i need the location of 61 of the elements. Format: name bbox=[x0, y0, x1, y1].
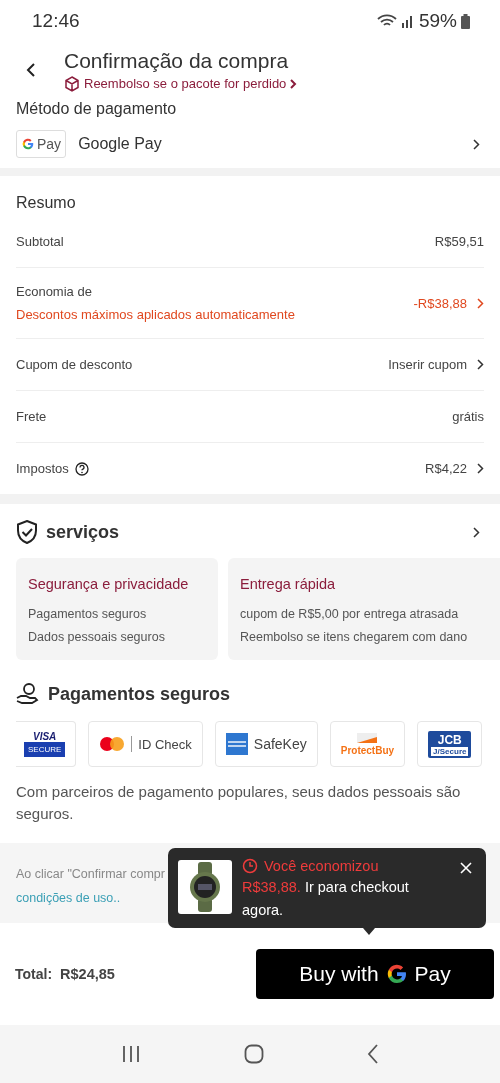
package-icon bbox=[64, 75, 80, 92]
summary-label: Economia de bbox=[16, 284, 92, 299]
discount-note: Descontos máximos aplicados automaticamente bbox=[16, 307, 295, 322]
summary-label: Cupom de desconto bbox=[16, 357, 133, 372]
battery-percent: 59% bbox=[418, 10, 457, 32]
savings-tooltip[interactable]: Você economizou R$38,88. Ir para checkout agora. bbox=[168, 847, 486, 928]
tooltip-title: Você economizou bbox=[264, 857, 379, 874]
total-value: R$24,85 bbox=[60, 965, 115, 982]
service-line: Pagamentos seguros bbox=[28, 607, 148, 621]
payment-method-row[interactable]: Pay Google Pay bbox=[16, 130, 484, 158]
total-label: Total: bbox=[15, 965, 53, 982]
partner-logo: SafeKey bbox=[214, 721, 318, 767]
chevron-icon[interactable] bbox=[473, 526, 480, 538]
section-title: Pagamentos seguros bbox=[48, 683, 231, 705]
summary-value: Inserir cupom bbox=[388, 357, 467, 372]
close-button[interactable] bbox=[458, 859, 474, 876]
home-icon[interactable] bbox=[244, 1044, 264, 1064]
summary-value: R$59,51 bbox=[434, 234, 484, 249]
service-line: cupom de R$5,00 por entrega atrasada bbox=[240, 607, 460, 621]
google-pay-logo: Pay bbox=[16, 130, 67, 158]
buy-with-google-pay-button[interactable]: Buy with Pay bbox=[256, 948, 494, 999]
service-line: Reembolso se itens chegarem com dano bbox=[240, 630, 469, 644]
tooltip-message: R$38,88. Ir para checkout agora. bbox=[242, 877, 410, 921]
hand-coin-icon bbox=[16, 683, 40, 705]
chevron-icon bbox=[473, 138, 480, 150]
chevron-icon bbox=[290, 78, 298, 89]
back-icon[interactable] bbox=[366, 1044, 379, 1064]
section-title: Método de pagamento bbox=[16, 100, 178, 118]
battery-icon bbox=[461, 13, 470, 29]
shield-check-icon bbox=[16, 520, 38, 544]
help-icon[interactable] bbox=[74, 461, 89, 476]
recent-apps-icon[interactable] bbox=[121, 1045, 142, 1063]
terms-text: Ao clicar "Confirmar compr bbox=[16, 866, 165, 881]
section-title: serviços bbox=[46, 521, 121, 543]
partner-logo: JCB J/Secure bbox=[417, 721, 483, 767]
service-line: Dados pessoais seguros bbox=[28, 630, 166, 644]
tooltip-pointer bbox=[363, 927, 375, 935]
security-note: Com parceiros de pagamento populares, seus dados pessoais são seguros. bbox=[16, 782, 462, 824]
wifi-icon bbox=[376, 14, 397, 28]
page-title: Confirmação da compra bbox=[64, 48, 290, 73]
summary-label: Subtotal bbox=[16, 234, 64, 249]
partner-logo: VISA SECURE bbox=[16, 721, 77, 767]
summary-value: -R$38,88 bbox=[413, 295, 467, 311]
summary-label: Frete bbox=[16, 409, 47, 424]
service-title: Segurança e privacidade bbox=[28, 576, 190, 592]
service-title: Entrega rápida bbox=[240, 576, 337, 592]
status-time: 12:46 bbox=[32, 10, 80, 32]
clock-icon bbox=[242, 857, 258, 874]
close-icon bbox=[460, 861, 472, 874]
payment-method-name: Google Pay bbox=[78, 135, 163, 153]
partner-logo: ProtectBuy bbox=[329, 721, 406, 767]
chevron-icon[interactable] bbox=[477, 463, 484, 474]
summary-value: grátis bbox=[452, 409, 484, 424]
summary-label: Impostos bbox=[16, 461, 69, 476]
partner-logo: ID Check bbox=[88, 721, 203, 767]
signal-icon bbox=[400, 14, 415, 28]
section-title: Resumo bbox=[16, 194, 77, 212]
back-icon bbox=[26, 62, 36, 78]
chevron-icon[interactable] bbox=[477, 359, 484, 370]
refund-link[interactable]: Reembolso se o pacote for perdido bbox=[84, 76, 287, 91]
summary-value: R$4,22 bbox=[425, 461, 467, 476]
